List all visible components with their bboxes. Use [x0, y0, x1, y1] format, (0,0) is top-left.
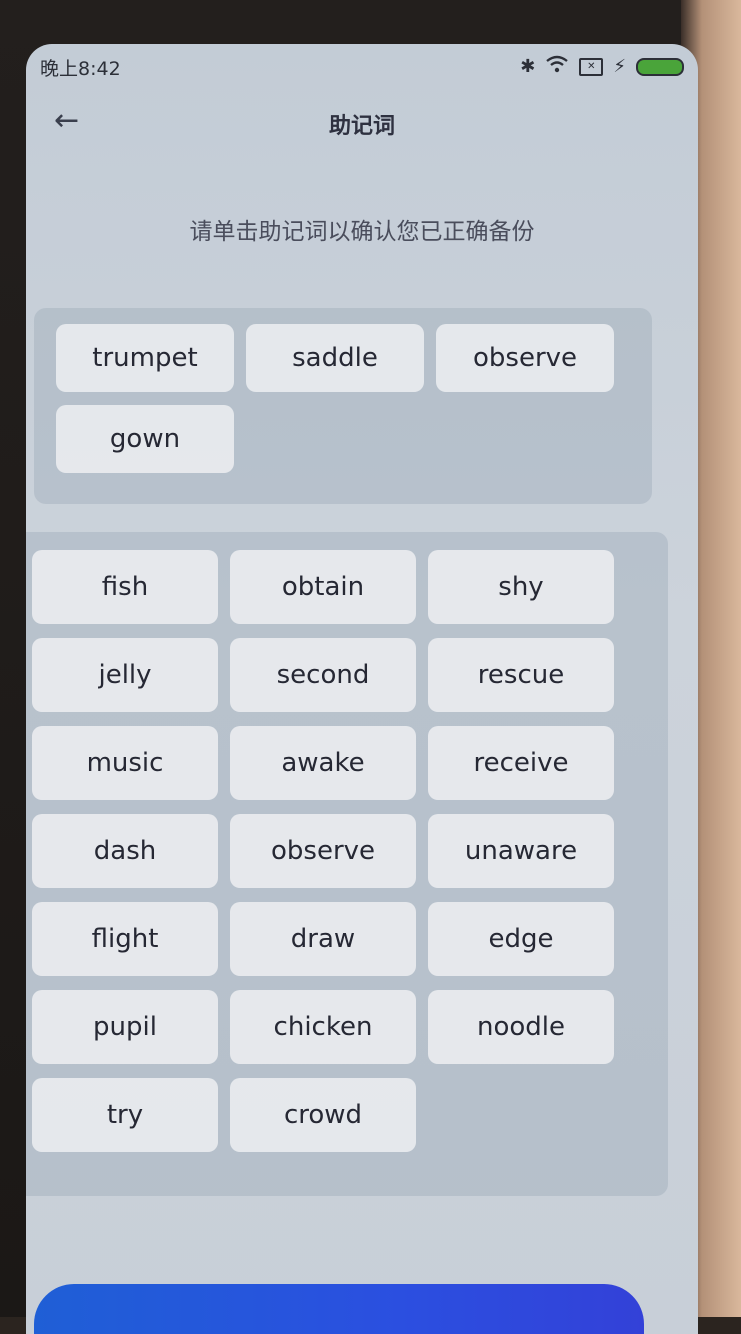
selected-words-grid: trumpet saddle observe gown	[56, 324, 614, 473]
selected-words-panel: trumpet saddle observe gown	[34, 308, 652, 504]
status-icons: ✱ ✕ ⚡	[520, 55, 684, 78]
word-option-chip[interactable]: music	[32, 726, 218, 800]
selected-word-chip[interactable]: trumpet	[56, 324, 234, 392]
word-option-chip[interactable]: dash	[32, 814, 218, 888]
sim-icon: ✕	[579, 57, 604, 76]
word-option-chip[interactable]: jelly	[32, 638, 218, 712]
word-options-grid: fish obtain shy jelly second rescue musi…	[32, 550, 614, 1152]
word-option-chip[interactable]: shy	[428, 550, 614, 624]
word-option-chip[interactable]: observe	[230, 814, 416, 888]
word-option-chip[interactable]: receive	[428, 726, 614, 800]
word-option-chip[interactable]: awake	[230, 726, 416, 800]
word-options-panel: fish obtain shy jelly second rescue musi…	[26, 532, 668, 1196]
word-option-chip[interactable]: noodle	[428, 990, 614, 1064]
confirm-button[interactable]	[34, 1284, 644, 1334]
word-option-chip[interactable]: second	[230, 638, 416, 712]
word-option-chip[interactable]: pupil	[32, 990, 218, 1064]
selected-word-chip[interactable]: observe	[436, 324, 614, 392]
selected-word-chip[interactable]: saddle	[246, 324, 424, 392]
word-option-chip[interactable]: obtain	[230, 550, 416, 624]
status-time: 晚上8:42	[40, 58, 121, 80]
word-option-chip[interactable]: rescue	[428, 638, 614, 712]
wifi-icon	[545, 55, 569, 78]
word-option-chip[interactable]: unaware	[428, 814, 614, 888]
instruction-text: 请单击助记词以确认您已正确备份	[189, 219, 535, 245]
selected-word-chip[interactable]: gown	[56, 405, 234, 473]
app-header: ← 助记词	[26, 100, 698, 144]
bluetooth-icon: ✱	[520, 56, 536, 77]
word-option-chip[interactable]: fish	[32, 550, 218, 624]
word-option-chip[interactable]: edge	[428, 902, 614, 976]
page-title: 助记词	[328, 114, 395, 139]
word-option-chip[interactable]: crowd	[230, 1078, 416, 1152]
word-option-chip[interactable]: draw	[230, 902, 416, 976]
phone-screen: 晚上8:42 ✱ ✕ ⚡ ← 助记词 请单击助记词以确认您已正确备份 trump…	[26, 44, 698, 1334]
word-option-chip[interactable]: try	[32, 1078, 218, 1152]
word-option-chip[interactable]: flight	[32, 902, 218, 976]
battery-icon	[636, 57, 684, 76]
status-bar: 晚上8:42 ✱ ✕ ⚡	[26, 44, 698, 88]
charging-icon: ⚡	[613, 56, 626, 77]
word-option-chip[interactable]: chicken	[230, 990, 416, 1064]
